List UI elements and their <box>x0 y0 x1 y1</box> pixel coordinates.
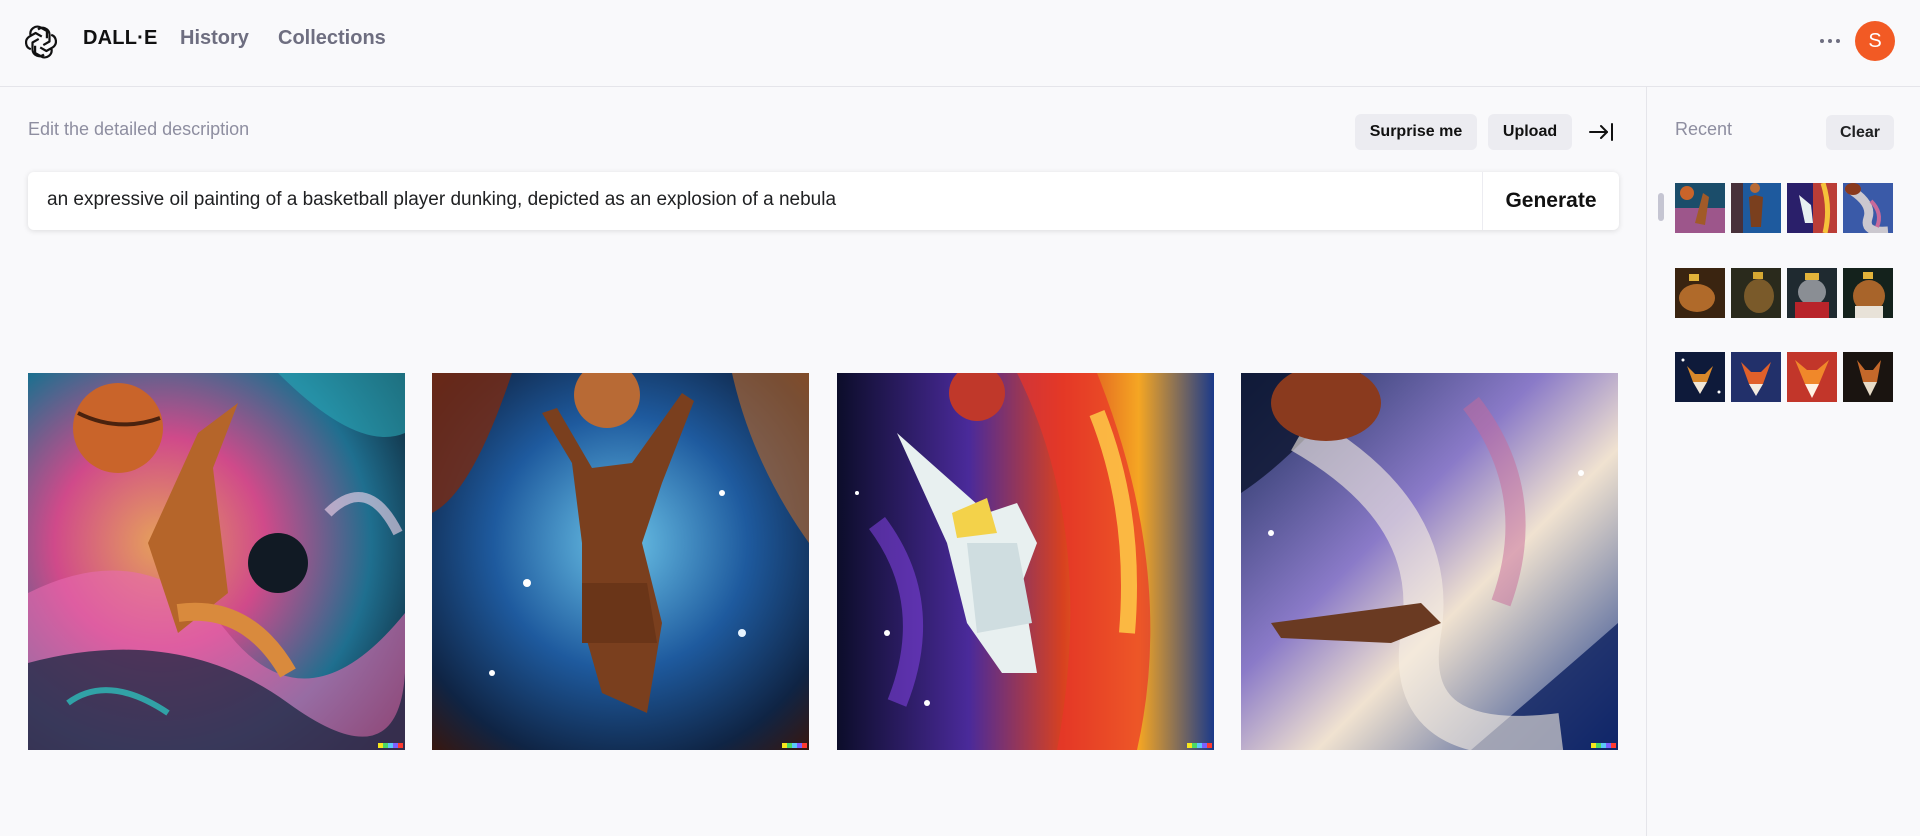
nav-history[interactable]: History <box>180 27 249 50</box>
recent-thumbnail[interactable] <box>1843 352 1893 402</box>
recent-thumbnail[interactable] <box>1675 352 1725 402</box>
recent-thumbnail[interactable] <box>1787 268 1837 318</box>
basketball-thumb-icon <box>1675 183 1725 233</box>
collapse-sidebar-icon[interactable] <box>1587 118 1615 146</box>
avatar[interactable]: S <box>1855 21 1895 61</box>
capybara-thumb-icon <box>1787 268 1837 318</box>
surprise-me-button[interactable]: Surprise me <box>1355 114 1477 150</box>
clear-button[interactable]: Clear <box>1826 115 1894 150</box>
fox-thumb-icon <box>1675 352 1725 402</box>
basketball-thumb-icon <box>1787 183 1837 233</box>
capybara-thumb-icon <box>1731 268 1781 318</box>
watermark <box>378 743 403 748</box>
basketball-thumb-icon <box>1843 183 1893 233</box>
watermark <box>1187 743 1212 748</box>
fox-thumb-icon <box>1787 352 1837 402</box>
basketball-painting-4-icon <box>1241 373 1618 750</box>
watermark <box>782 743 807 748</box>
recent-thumbnail[interactable] <box>1787 183 1837 233</box>
result-image[interactable] <box>1241 373 1618 750</box>
recent-thumbnail[interactable] <box>1731 268 1781 318</box>
result-image[interactable] <box>432 373 809 750</box>
scrollbar[interactable] <box>1658 193 1664 221</box>
recent-thumbnail[interactable] <box>1787 352 1837 402</box>
result-image[interactable] <box>28 373 405 750</box>
recent-title: Recent <box>1675 119 1733 139</box>
openai-logo-icon[interactable] <box>24 25 58 59</box>
recent-thumbnail[interactable] <box>1731 352 1781 402</box>
fox-thumb-icon <box>1731 352 1781 402</box>
more-options-icon[interactable] <box>1815 26 1845 56</box>
prompt-field[interactable]: an expressive oil painting of a basketba… <box>28 172 1619 230</box>
nav-collections[interactable]: Collections <box>278 27 386 50</box>
prompt-input[interactable]: an expressive oil painting of a basketba… <box>47 189 836 211</box>
basketball-painting-3-icon <box>837 373 1214 750</box>
brand-title[interactable]: DALL·E <box>83 27 158 50</box>
upload-button[interactable]: Upload <box>1488 114 1572 150</box>
result-image[interactable] <box>837 373 1214 750</box>
generate-button[interactable]: Generate <box>1483 172 1619 230</box>
recent-thumbnail[interactable] <box>1843 183 1893 233</box>
recent-thumbnail[interactable] <box>1675 183 1725 233</box>
recent-thumbnail[interactable] <box>1843 268 1893 318</box>
basketball-thumb-icon <box>1731 183 1781 233</box>
basketball-painting-2-icon <box>432 373 809 750</box>
capybara-thumb-icon <box>1843 268 1893 318</box>
top-bar: DALL·E History Collections S <box>0 0 1920 87</box>
recent-sidebar: Recent Clear <box>1646 87 1920 836</box>
fox-thumb-icon <box>1843 352 1893 402</box>
capybara-thumb-icon <box>1675 268 1725 318</box>
description-label: Edit the detailed description <box>28 119 250 139</box>
recent-thumbnail[interactable] <box>1675 268 1725 318</box>
basketball-painting-1-icon <box>28 373 405 750</box>
watermark <box>1591 743 1616 748</box>
recent-thumbnail[interactable] <box>1731 183 1781 233</box>
